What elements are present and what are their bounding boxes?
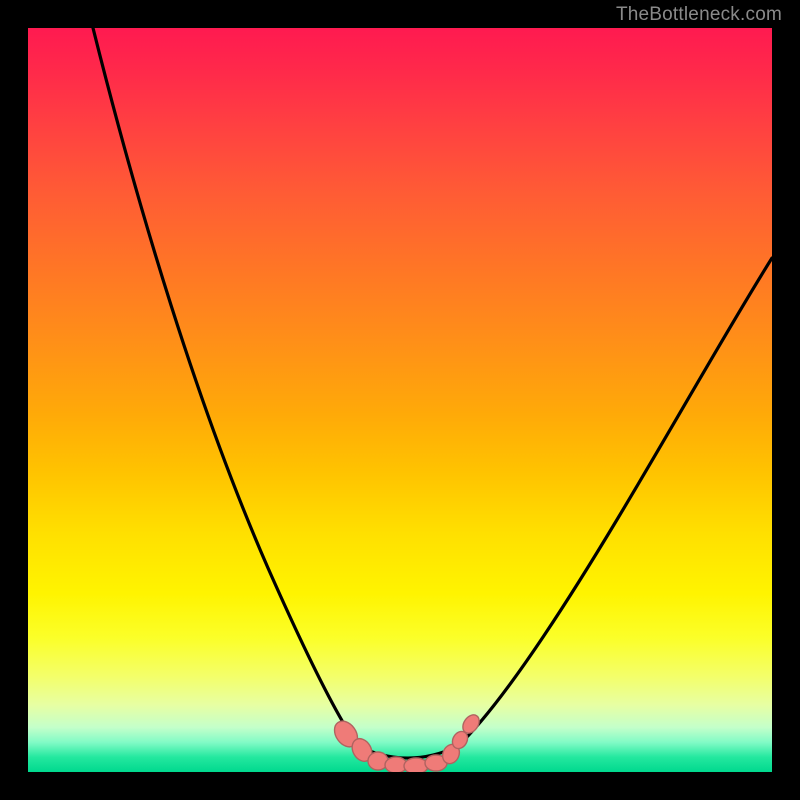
bump-icon [404,758,428,772]
chart-frame: TheBottleneck.com [0,0,800,800]
curve-left [93,28,358,746]
bumps-group [330,712,483,772]
curve-layer [28,28,772,772]
plot-area [28,28,772,772]
watermark-text: TheBottleneck.com [616,4,782,26]
curve-right [458,258,772,746]
